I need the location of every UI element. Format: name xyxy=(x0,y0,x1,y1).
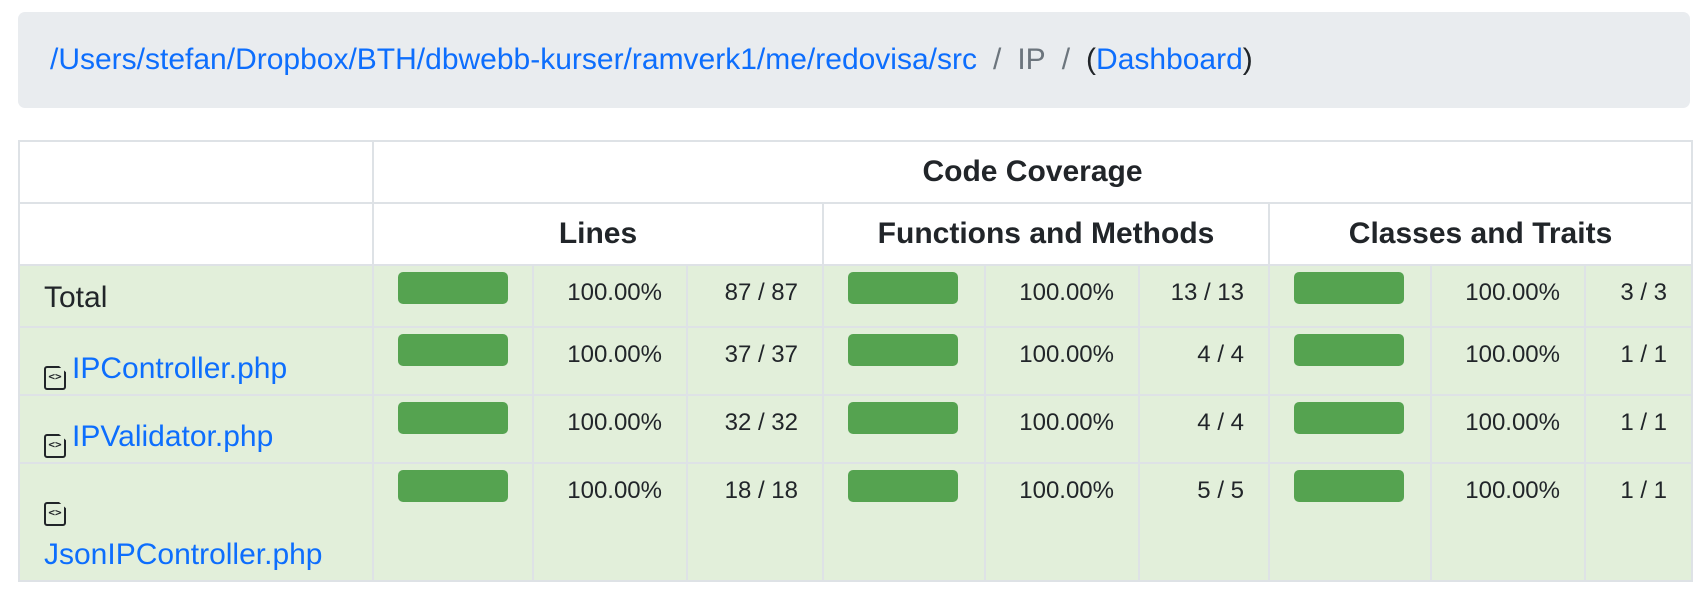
functions-progress-bar xyxy=(848,402,958,434)
breadcrumb: /Users/stefan/Dropbox/BTH/dbwebb-kurser/… xyxy=(18,12,1690,108)
file-link[interactable]: IPValidator.php xyxy=(72,420,273,453)
lines-count: 87 / 87 xyxy=(686,264,824,328)
row-name-cell: <> IPController.php xyxy=(18,326,374,396)
table-row: <> IPController.php 100.00% 37 / 37 100.00% 4… xyxy=(18,326,1694,396)
file-link[interactable]: IPController.php xyxy=(72,352,287,385)
functions-percent: 100.00% xyxy=(984,462,1140,582)
breadcrumb-path-link[interactable]: /Users/stefan/Dropbox/BTH/dbwebb-kurser/… xyxy=(50,43,977,77)
coverage-table: Code Coverage Lines Functions and Method… xyxy=(18,140,1694,582)
functions-progress-fill xyxy=(848,334,958,366)
functions-bar-cell xyxy=(822,264,986,328)
lines-progress-fill xyxy=(398,334,508,366)
functions-percent: 100.00% xyxy=(984,264,1140,328)
classes-progress-fill xyxy=(1294,470,1404,502)
classes-progress-fill xyxy=(1294,402,1404,434)
classes-bar-cell xyxy=(1268,462,1432,582)
header-empty xyxy=(18,202,374,266)
functions-progress-fill xyxy=(848,470,958,502)
functions-progress-fill xyxy=(848,272,958,304)
breadcrumb-paren-open: ( xyxy=(1086,43,1097,76)
classes-percent: 100.00% xyxy=(1430,462,1586,582)
dashboard-link[interactable]: Dashboard xyxy=(1096,43,1243,77)
lines-bar-cell xyxy=(372,394,534,464)
classes-count: 1 / 1 xyxy=(1583,462,1694,582)
breadcrumb-paren-close: ) xyxy=(1242,43,1253,76)
classes-bar-cell xyxy=(1268,394,1432,464)
classes-progress-bar xyxy=(1294,402,1404,434)
header-lines: Lines xyxy=(372,202,824,266)
functions-progress-bar xyxy=(848,470,958,502)
breadcrumb-separator: / xyxy=(992,43,1002,76)
functions-count: 5 / 5 xyxy=(1138,462,1270,582)
code-file-icon: <> xyxy=(44,502,66,526)
header-classes: Classes and Traits xyxy=(1267,202,1694,266)
lines-bar-cell xyxy=(372,264,534,328)
lines-progress-fill xyxy=(398,272,508,304)
functions-progress-bar xyxy=(848,272,958,304)
classes-progress-fill xyxy=(1294,272,1404,304)
lines-bar-cell xyxy=(372,326,534,396)
table-row: <> JsonIPController.php 100.00% 18 / 18 100.… xyxy=(18,462,1694,582)
lines-percent: 100.00% xyxy=(532,264,688,328)
classes-bar-cell xyxy=(1268,326,1432,396)
functions-percent: 100.00% xyxy=(984,326,1140,396)
lines-percent: 100.00% xyxy=(532,394,688,464)
lines-count: 32 / 32 xyxy=(686,394,824,464)
total-label: Total xyxy=(44,281,108,314)
functions-bar-cell xyxy=(822,326,986,396)
code-file-icon: <> xyxy=(44,434,66,458)
lines-progress-fill xyxy=(398,470,508,502)
functions-count: 4 / 4 xyxy=(1138,394,1270,464)
lines-progress-fill xyxy=(398,402,508,434)
functions-count: 13 / 13 xyxy=(1138,264,1270,328)
classes-count: 3 / 3 xyxy=(1583,264,1694,328)
file-link[interactable]: JsonIPController.php xyxy=(44,538,323,571)
functions-percent: 100.00% xyxy=(984,394,1140,464)
lines-progress-bar xyxy=(398,334,508,366)
table-row: Total 100.00% 87 / 87 100.00% 13 / 13 100.00%… xyxy=(18,264,1694,328)
table-row: <> IPValidator.php 100.00% 32 / 32 100.00% 4 … xyxy=(18,394,1694,464)
code-file-icon: <> xyxy=(44,366,66,390)
lines-progress-bar xyxy=(398,402,508,434)
classes-progress-fill xyxy=(1294,334,1404,366)
lines-bar-cell xyxy=(372,462,534,582)
row-name-cell: Total xyxy=(18,264,374,328)
classes-count: 1 / 1 xyxy=(1583,394,1694,464)
classes-progress-bar xyxy=(1294,272,1404,304)
header-functions: Functions and Methods xyxy=(822,202,1270,266)
classes-percent: 100.00% xyxy=(1430,394,1586,464)
classes-percent: 100.00% xyxy=(1430,326,1586,396)
coverage-body: Total 100.00% 87 / 87 100.00% 13 / 13 100.00%… xyxy=(18,264,1694,582)
header-empty xyxy=(18,140,374,204)
functions-progress-bar xyxy=(848,334,958,366)
row-name-cell: <> JsonIPController.php xyxy=(18,462,374,582)
classes-progress-bar xyxy=(1294,470,1404,502)
lines-count: 37 / 37 xyxy=(686,326,824,396)
classes-percent: 100.00% xyxy=(1430,264,1586,328)
classes-count: 1 / 1 xyxy=(1583,326,1694,396)
row-name-cell: <> IPValidator.php xyxy=(18,394,374,464)
breadcrumb-separator: / xyxy=(1061,43,1071,76)
lines-progress-bar xyxy=(398,470,508,502)
classes-progress-bar xyxy=(1294,334,1404,366)
functions-bar-cell xyxy=(822,462,986,582)
lines-count: 18 / 18 xyxy=(686,462,824,582)
lines-percent: 100.00% xyxy=(532,462,688,582)
classes-bar-cell xyxy=(1268,264,1432,328)
header-code-coverage: Code Coverage xyxy=(371,140,1694,204)
lines-percent: 100.00% xyxy=(532,326,688,396)
functions-bar-cell xyxy=(822,394,986,464)
lines-progress-bar xyxy=(398,272,508,304)
functions-count: 4 / 4 xyxy=(1138,326,1270,396)
functions-progress-fill xyxy=(848,402,958,434)
breadcrumb-current: IP xyxy=(1017,43,1046,76)
